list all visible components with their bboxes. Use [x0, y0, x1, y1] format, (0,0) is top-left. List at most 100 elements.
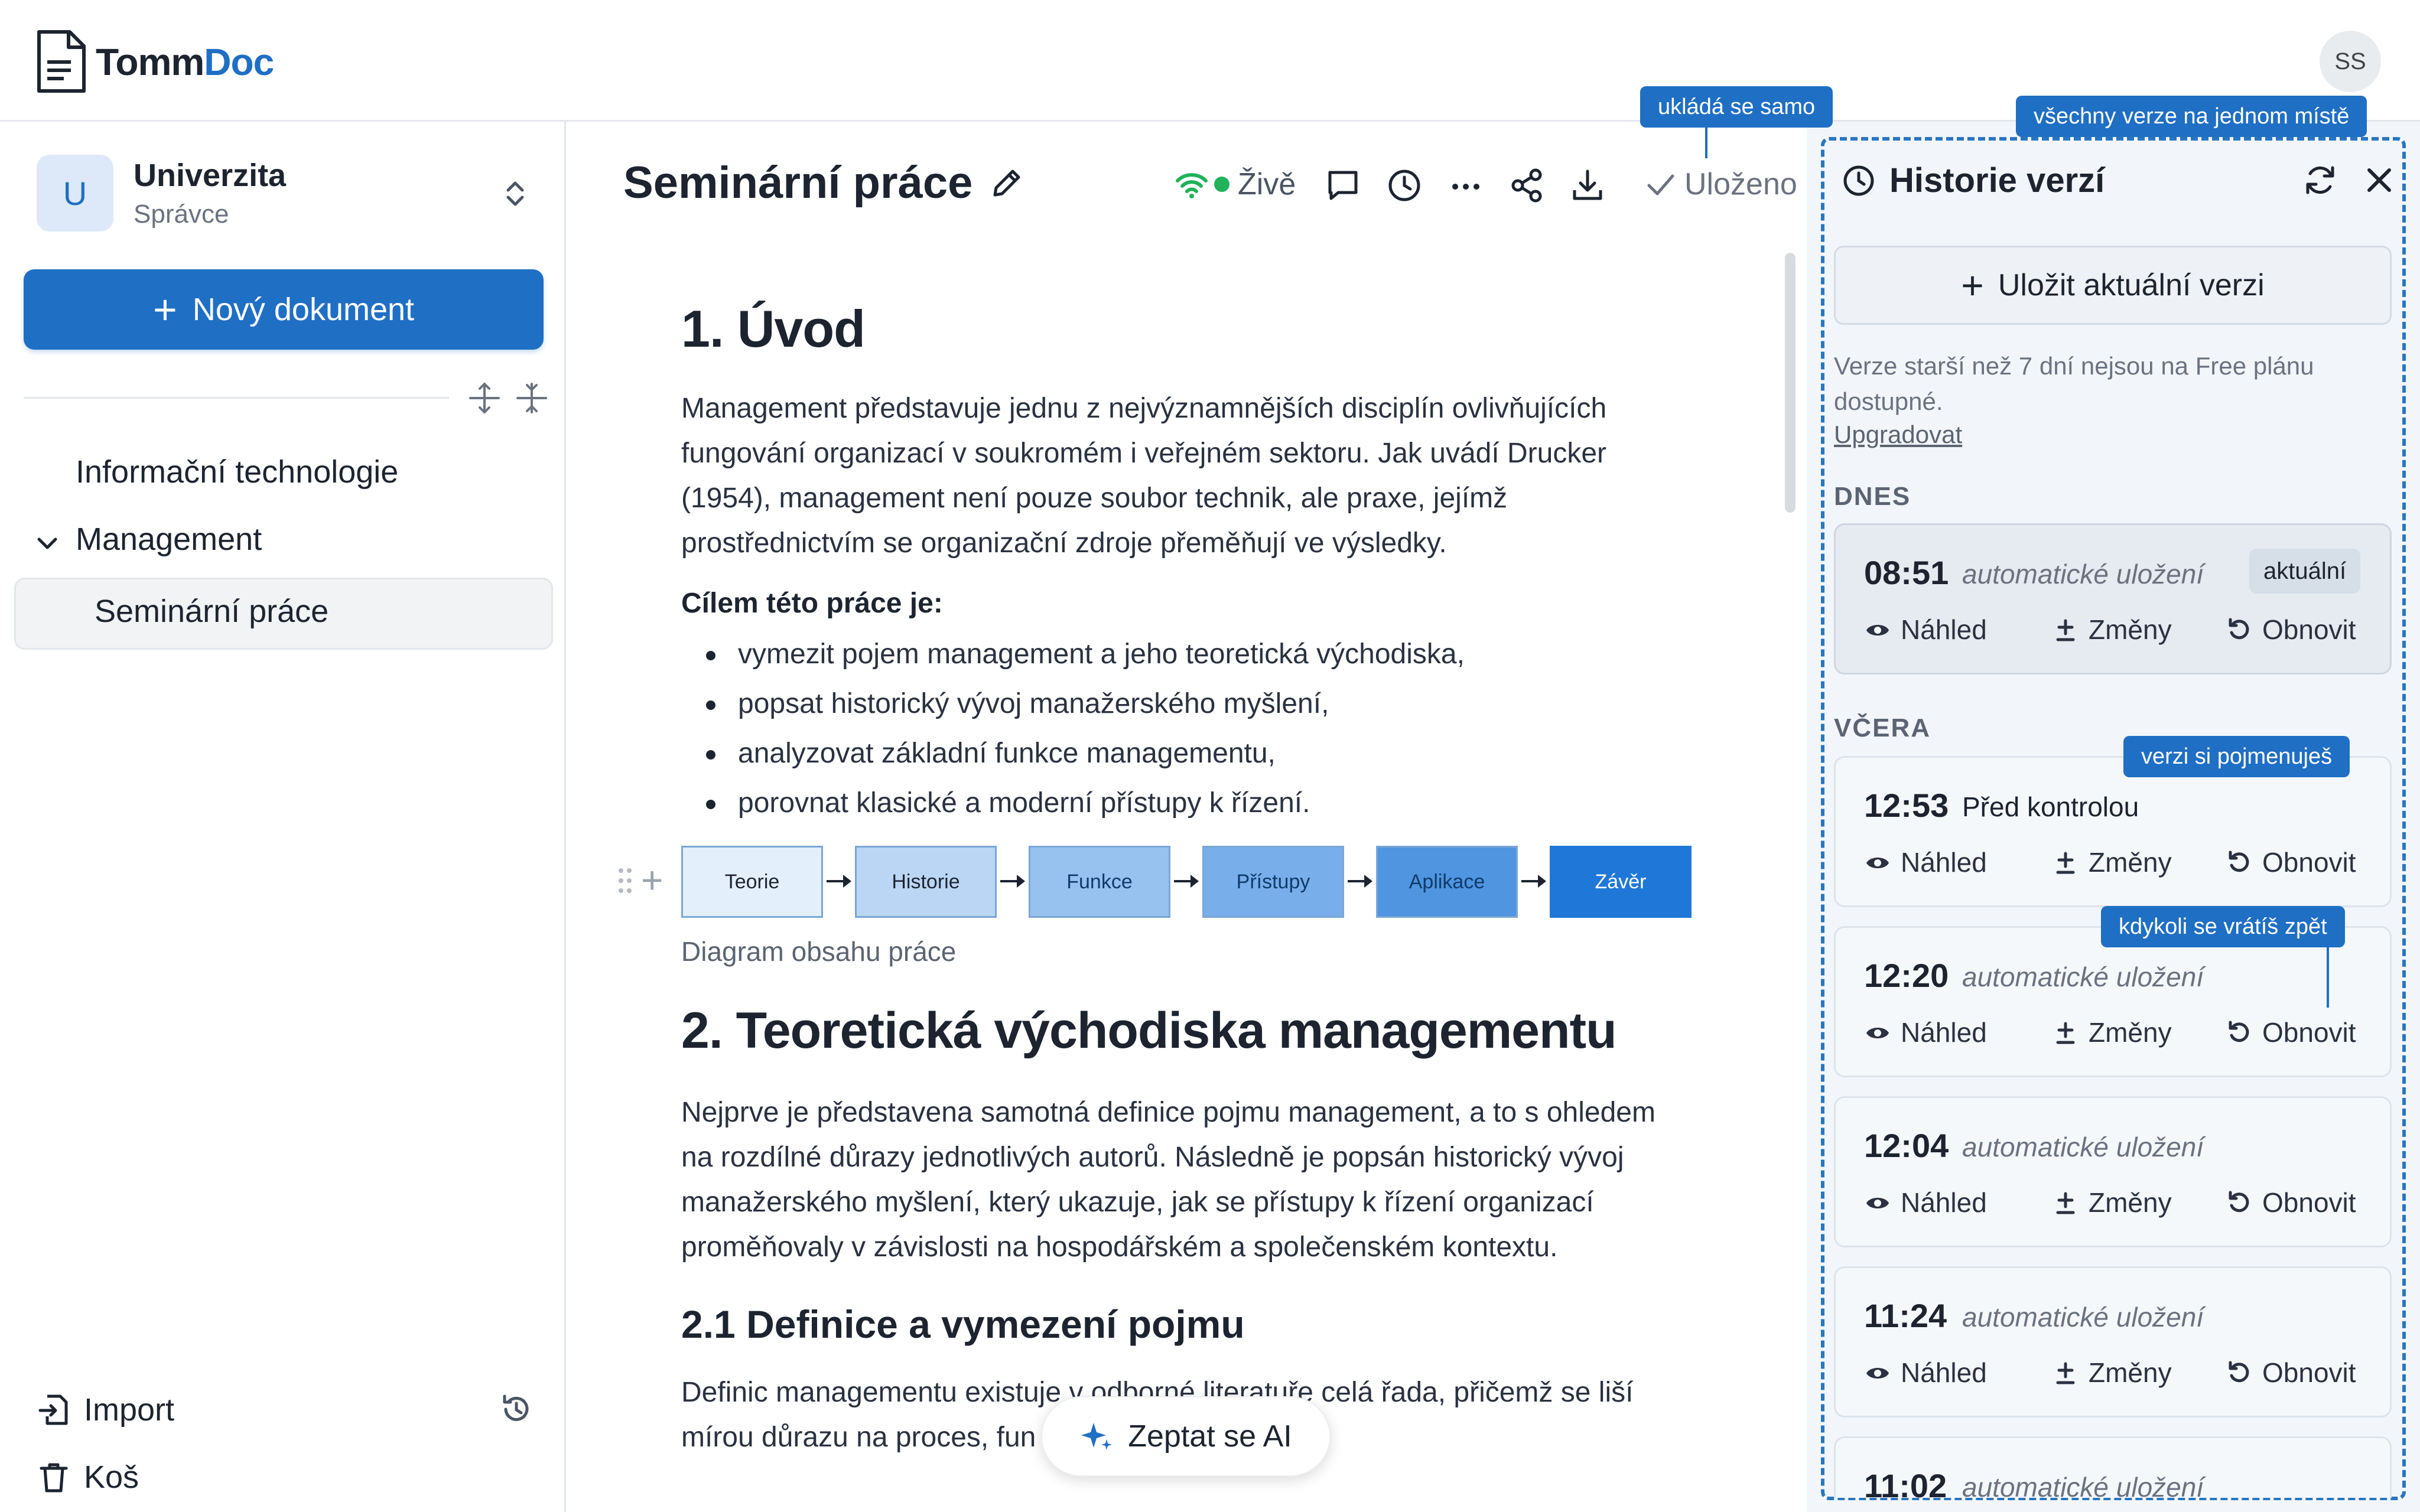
version-card[interactable]: 08:51 automatické uložení aktuální Náhled Zm…	[1834, 523, 2392, 674]
changes-button[interactable]: Změny	[2052, 614, 2172, 646]
diagram-caption[interactable]: Diagram obsahu práce	[681, 936, 956, 967]
restore-button[interactable]: Obnovit	[2226, 1357, 2356, 1389]
paragraph-theory[interactable]: Nejprve je představena samotná definice …	[681, 1090, 1721, 1270]
chevron-down-icon[interactable]	[34, 530, 60, 556]
eye-icon	[1866, 1028, 1889, 1038]
more-icon[interactable]	[1447, 167, 1485, 204]
list-item[interactable]: analyzovat základní funkce managementu,	[681, 729, 1465, 778]
changes-button[interactable]: Změny	[2052, 846, 2172, 878]
new-document-button[interactable]: + Nový dokument	[24, 269, 544, 350]
diff-icon	[2056, 1362, 2075, 1384]
user-avatar[interactable]: SS	[2320, 31, 2381, 92]
section-yesterday: VČERA	[1834, 713, 1931, 742]
version-time: 11:02	[1864, 1467, 1947, 1504]
diff-icon	[2056, 1022, 2075, 1044]
expand-all-icon[interactable]	[468, 382, 501, 415]
diagram-node[interactable]: Přístupy	[1202, 846, 1344, 918]
sidebar-item-management[interactable]: Management	[76, 521, 262, 558]
save-current-version-button[interactable]: + Uložit aktuální verzi	[1834, 246, 2392, 325]
diff-icon	[2056, 1192, 2075, 1214]
collapse-all-icon[interactable]	[515, 382, 548, 415]
version-card[interactable]: 11:24 automatické uložení Náhled Změny Obnov…	[1834, 1266, 2392, 1418]
callout-all-versions: všechny verze na jednom místě	[2016, 96, 2367, 137]
content-diagram[interactable]: Teorie Historie Funkce Přístupy Aplikace Závě…	[681, 846, 1692, 918]
editor-scrollbar[interactable]	[1785, 253, 1796, 513]
diagram-node[interactable]: Aplikace	[1376, 846, 1518, 918]
comment-icon[interactable]	[1324, 167, 1362, 204]
restore-label: Obnovit	[2262, 1017, 2356, 1048]
close-icon[interactable]	[2363, 164, 2395, 196]
diagram-node[interactable]: Závěr	[1550, 846, 1692, 918]
diff-icon	[2056, 852, 2075, 874]
eye-icon	[1866, 1198, 1889, 1208]
sidebar-divider	[24, 397, 449, 399]
version-card[interactable]: 12:53 Před kontrolou Náhled Změny Obnovit	[1834, 756, 2392, 907]
sidebar-item-seminarni-prace[interactable]: Seminární práce	[95, 593, 328, 630]
app-logo[interactable]: TommDoc	[34, 30, 274, 94]
diagram-node[interactable]: Teorie	[681, 846, 823, 918]
preview-button[interactable]: Náhled	[1864, 1187, 1987, 1218]
trash-button[interactable]: Koš	[37, 1459, 139, 1495]
refresh-icon[interactable]	[2303, 163, 2337, 197]
download-icon[interactable]	[1569, 167, 1606, 204]
heading-theory[interactable]: 2. Teoretická východiska managementu	[681, 1002, 1617, 1060]
paragraph-line: Management představuje jednu z nejvýznam…	[681, 393, 1607, 424]
preview-button[interactable]: Náhled	[1864, 1357, 1987, 1389]
document-title[interactable]: Seminární práce	[623, 157, 1026, 208]
goals-label[interactable]: Cílem této práce je:	[681, 587, 943, 620]
changes-button[interactable]: Změny	[2052, 1357, 2172, 1389]
sidebar: U Univerzita Správce + Nový dokument Inf…	[0, 122, 566, 1512]
restore-button[interactable]: Obnovit	[2226, 1016, 2356, 1048]
preview-button[interactable]: Náhled	[1864, 1016, 1987, 1048]
callout-autosave-line	[1705, 128, 1707, 158]
list-item[interactable]: vymezit pojem management a jeho teoretic…	[681, 630, 1465, 679]
heading-intro[interactable]: 1. Úvod	[681, 299, 866, 359]
ask-ai-button[interactable]: Zeptat se AI	[1041, 1396, 1331, 1477]
paragraph-intro[interactable]: Management představuje jednu z nejvýznam…	[681, 386, 1721, 566]
workspace-switcher[interactable]: U Univerzita Správce	[37, 155, 286, 232]
version-label: automatické uložení	[1962, 1302, 2204, 1332]
eye-icon	[1866, 1368, 1889, 1379]
version-card[interactable]: 12:20 automatické uložení Náhled Změny Obnov…	[1834, 926, 2392, 1077]
restore-icon	[2229, 618, 2249, 640]
clock-icon[interactable]	[1385, 167, 1423, 204]
new-document-label: Nový dokument	[192, 292, 415, 327]
wifi-icon	[1176, 173, 1208, 198]
pencil-icon[interactable]	[988, 164, 1026, 202]
preview-label: Náhled	[1901, 1017, 1987, 1048]
share-icon[interactable]	[1508, 167, 1546, 204]
version-time: 11:24	[1864, 1297, 1947, 1334]
restore-label: Obnovit	[2262, 1357, 2356, 1388]
restore-button[interactable]: Obnovit	[2226, 1187, 2356, 1218]
sidebar-item-informacni-technologie[interactable]: Informační technologie	[76, 454, 398, 490]
version-card[interactable]: 11:02 automatické uložení	[1834, 1436, 2392, 1504]
diagram-node[interactable]: Historie	[855, 846, 997, 918]
version-time: 12:53	[1864, 787, 1949, 824]
preview-button[interactable]: Náhled	[1864, 614, 1987, 646]
preview-label: Náhled	[1901, 1357, 1987, 1388]
list-item[interactable]: porovnat klasické a moderní přístupy k ř…	[681, 778, 1465, 828]
list-item[interactable]: popsat historický vývoj manažerského myš…	[681, 679, 1465, 729]
version-card[interactable]: 12:04 automatické uložení Náhled Změny Obnov…	[1834, 1096, 2392, 1247]
import-button[interactable]: Import	[37, 1392, 174, 1428]
restore-icon	[2229, 1191, 2249, 1213]
restore-button[interactable]: Obnovit	[2226, 614, 2356, 646]
changes-button[interactable]: Změny	[2052, 1187, 2172, 1218]
diagram-node[interactable]: Funkce	[1029, 846, 1170, 918]
upgrade-link[interactable]: Upgradovat	[1834, 421, 1962, 449]
drag-handle-icon[interactable]	[616, 866, 634, 895]
restore-button[interactable]: Obnovit	[2226, 846, 2356, 878]
workspace-role: Správce	[134, 200, 229, 229]
add-block-icon[interactable]: +	[641, 861, 663, 899]
heading-definition[interactable]: 2.1 Definice a vymezení pojmu	[681, 1302, 1245, 1347]
chevron-up-down-icon[interactable]	[503, 176, 527, 211]
callout-go-back: kdykoli se vrátíš zpět	[2101, 906, 2345, 947]
version-label: Před kontrolou	[1962, 791, 2139, 822]
sparkle-icon	[1081, 1423, 1113, 1450]
app-name-part2: Doc	[204, 41, 274, 83]
changes-button[interactable]: Změny	[2052, 1016, 2172, 1048]
clock-icon	[1843, 165, 1874, 195]
changes-label: Změny	[2089, 614, 2172, 645]
preview-button[interactable]: Náhled	[1864, 846, 1987, 878]
history-icon[interactable]	[499, 1392, 534, 1427]
